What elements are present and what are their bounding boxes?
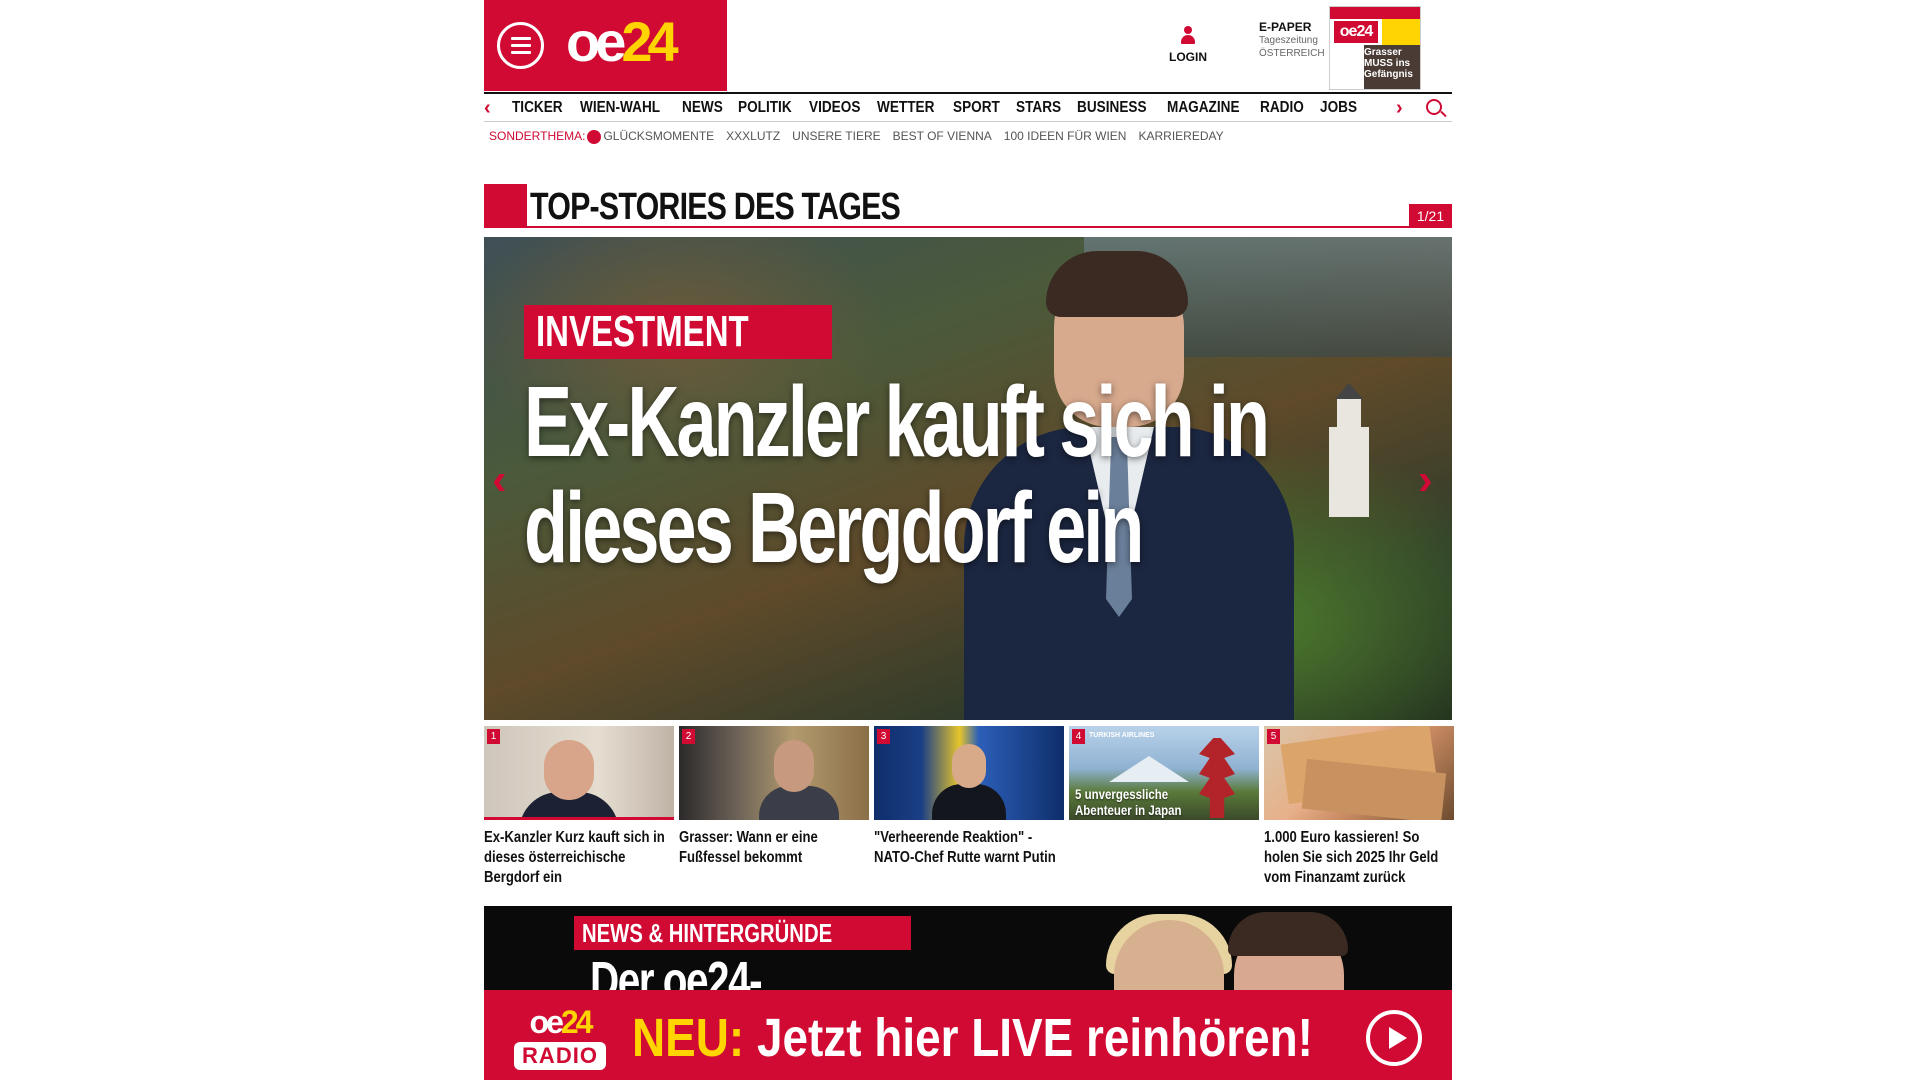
nav-item-magazine[interactable]: MAGAZINE [1167, 99, 1240, 117]
special-topics-nav: SONDERTHEMA: GLÜCKSMOMENTE XXXLUTZ UNSER… [489, 129, 1224, 147]
nav-item-news[interactable]: NEWS [682, 99, 723, 117]
story-thumb-image: 2 [679, 726, 869, 820]
search-icon[interactable] [1426, 99, 1442, 115]
nav-item-wetter[interactable]: WETTER [877, 99, 934, 117]
epaper-cover-logo: oe24 [1334, 21, 1378, 43]
story-thumbnails: 1 Ex-Kanzler Kurz kauft sich in dieses ö… [484, 726, 1454, 890]
nav-item-business[interactable]: BUSINESS [1077, 99, 1147, 117]
nav-item-stars[interactable]: STARS [1016, 99, 1061, 117]
subnav-item-karriereday[interactable]: KARRIEREDAY [1138, 129, 1223, 147]
epaper-title: E-PAPER [1259, 20, 1312, 34]
epaper-subtitle-2: ÖSTERREICH [1259, 48, 1325, 59]
user-icon [1180, 26, 1196, 46]
story-number: 2 [682, 729, 695, 744]
story-thumb-4[interactable]: TURKISH AIRLINES 5 unvergessliche Abente… [1069, 726, 1259, 890]
story-thumb-image: TURKISH AIRLINES 5 unvergessliche Abente… [1069, 726, 1259, 820]
radio-live-banner[interactable]: oe24 RADIO NEU: Jetzt hier LIVE reinhöre… [484, 990, 1452, 1080]
story-thumb-5[interactable]: 5 1.000 Euro kassieren! So holen Sie sic… [1264, 726, 1454, 890]
story-image-overlay-text: 5 unvergessliche Abenteuer in Japan [1075, 786, 1182, 818]
nav-scroll-left-icon[interactable]: ‹ [484, 97, 491, 120]
nav-item-sport[interactable]: SPORT [953, 99, 1000, 117]
nav-item-jobs[interactable]: JOBS [1320, 99, 1357, 117]
story-caption[interactable]: Ex-Kanzler Kurz kauft sich in dieses öst… [484, 828, 674, 888]
play-icon[interactable] [1366, 1010, 1422, 1066]
top-stories-heading: TOP-STORIES DES TAGES 1/21 [484, 184, 1452, 228]
nav-item-ticker[interactable]: TICKER [512, 99, 563, 117]
nav-item-wien-wahl[interactable]: WIEN-WAHL [580, 99, 660, 117]
story-thumb-image: 1 [484, 726, 674, 820]
nav-scroll-right-icon[interactable]: › [1396, 97, 1403, 120]
hero-slide[interactable]: INVESTMENT Ex-Kanzler kauft sich in dies… [484, 237, 1452, 720]
story-thumb-3[interactable]: 3 "Verheerende Reaktion" - NATO-Chef Rut… [874, 726, 1064, 890]
radio-banner-text: NEU: Jetzt hier LIVE reinhören! [632, 1008, 1313, 1068]
login-label: LOGIN [1169, 50, 1207, 64]
hero-headline[interactable]: Ex-Kanzler kauft sich in dieses Bergdorf… [524, 369, 1280, 581]
main-nav: ‹ TICKER WIEN-WAHL NEWS POLITIK VIDEOS W… [484, 92, 1452, 122]
site-header: oe24 LOGIN E-PAPER Tageszeitung ÖSTERREI… [484, 0, 1452, 92]
epaper-cover-headline: Grasser MUSS ins Gefängnis [1364, 47, 1413, 80]
epaper-cover-thumbnail[interactable]: oe24 Grasser MUSS ins Gefängnis [1329, 6, 1421, 90]
story-thumb-image: 5 [1264, 726, 1454, 820]
slider-prev-icon[interactable]: ‹ [492, 455, 507, 505]
subnav-item-best-of-vienna[interactable]: BEST OF VIENNA [893, 129, 992, 147]
sponsor-brand: TURKISH AIRLINES [1089, 732, 1155, 739]
epaper-link[interactable]: E-PAPER Tageszeitung ÖSTERREICH [1259, 20, 1325, 60]
news-category-tag: NEWS & HINTERGRÜNDE [574, 916, 911, 950]
section-title: TOP-STORIES DES TAGES [530, 186, 901, 228]
nav-item-radio[interactable]: RADIO [1260, 99, 1304, 117]
radio-logo: oe24 RADIO [514, 1004, 606, 1074]
nav-list: TICKER WIEN-WAHL NEWS POLITIK VIDEOS WET… [512, 99, 1386, 117]
story-number: 1 [487, 729, 500, 744]
subnav-item-100-ideen[interactable]: 100 IDEEN FÜR WIEN [1004, 129, 1127, 147]
slider-pager: 1/21 [1409, 204, 1452, 228]
church-image [1329, 383, 1369, 517]
slider-next-icon[interactable]: › [1418, 455, 1433, 505]
gluecksmomente-icon [587, 130, 602, 144]
story-number: 4 [1072, 729, 1085, 744]
story-caption[interactable]: "Verheerende Reaktion" - NATO-Chef Rutte… [874, 828, 1064, 868]
special-topics-label: SONDERTHEMA: [489, 129, 586, 143]
story-number: 3 [877, 729, 890, 744]
logo-block[interactable]: oe24 [484, 0, 727, 91]
site-logo[interactable]: oe24 [566, 14, 679, 70]
nav-item-videos[interactable]: VIDEOS [809, 99, 860, 117]
menu-icon[interactable] [497, 22, 544, 69]
story-number: 5 [1267, 729, 1280, 744]
subnav-item-gluecksmomente[interactable]: GLÜCKSMOMENTE [603, 129, 714, 147]
subnav-item-xxxlutz[interactable]: XXXLUTZ [726, 129, 780, 147]
story-caption[interactable]: 1.000 Euro kassieren! So holen Sie sich … [1264, 828, 1454, 888]
nav-item-politik[interactable]: POLITIK [738, 99, 792, 117]
story-thumb-1[interactable]: 1 Ex-Kanzler Kurz kauft sich in dieses ö… [484, 726, 674, 890]
hero-category-tag: INVESTMENT [524, 305, 832, 359]
subnav-item-unsere-tiere[interactable]: UNSERE TIERE [792, 129, 880, 147]
story-caption[interactable]: Grasser: Wann er eine Fußfessel bekommt [679, 828, 869, 868]
epaper-subtitle: Tageszeitung [1259, 35, 1318, 46]
story-thumb-image: 3 [874, 726, 1064, 820]
radio-logo-label: RADIO [514, 1042, 606, 1070]
login-button[interactable]: LOGIN [1164, 26, 1212, 64]
story-thumb-2[interactable]: 2 Grasser: Wann er eine Fußfessel bekomm… [679, 726, 869, 890]
